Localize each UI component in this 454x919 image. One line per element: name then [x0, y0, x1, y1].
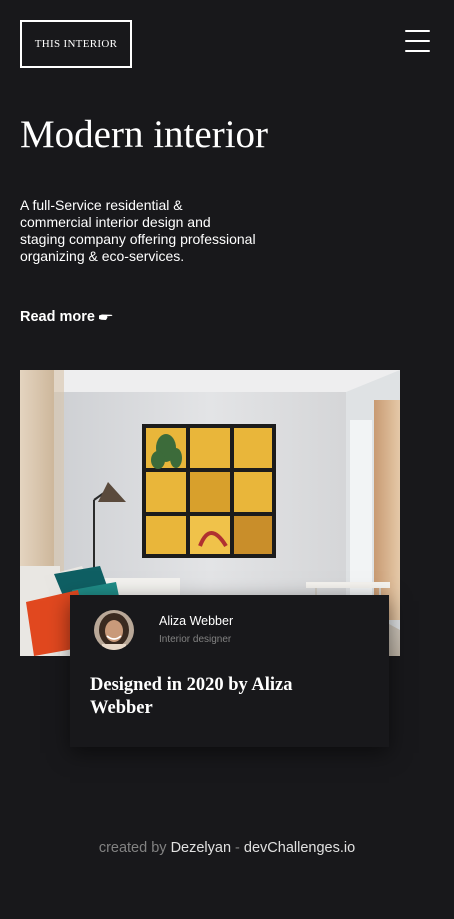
read-more-link[interactable]: Read more [20, 309, 113, 325]
hero-description: A full-Service residential & commercial … [20, 197, 256, 264]
footer-site-link[interactable]: devChallenges.io [244, 840, 355, 856]
logo[interactable]: THIS INTERIOR [20, 20, 132, 68]
footer-credit: created by Dezelyan - devChallenges.io [0, 840, 454, 856]
pointing-hand-icon [98, 314, 113, 320]
page-title: Modern interior [20, 113, 269, 156]
hamburger-menu-icon[interactable] [405, 30, 430, 52]
author-name: Aliza Webber [159, 614, 234, 628]
author-role: Interior designer [159, 634, 232, 645]
footer-prefix: created by [98, 840, 167, 856]
feature-title: Designed in 2020 by Aliza Webber [90, 675, 293, 718]
footer-author-link[interactable]: Dezelyan [171, 840, 231, 856]
read-more-label: Read more [20, 309, 95, 325]
author-avatar [94, 610, 134, 650]
footer-separator: - [235, 840, 240, 856]
feature-card: Aliza Webber Interior designer Designed … [70, 595, 389, 747]
